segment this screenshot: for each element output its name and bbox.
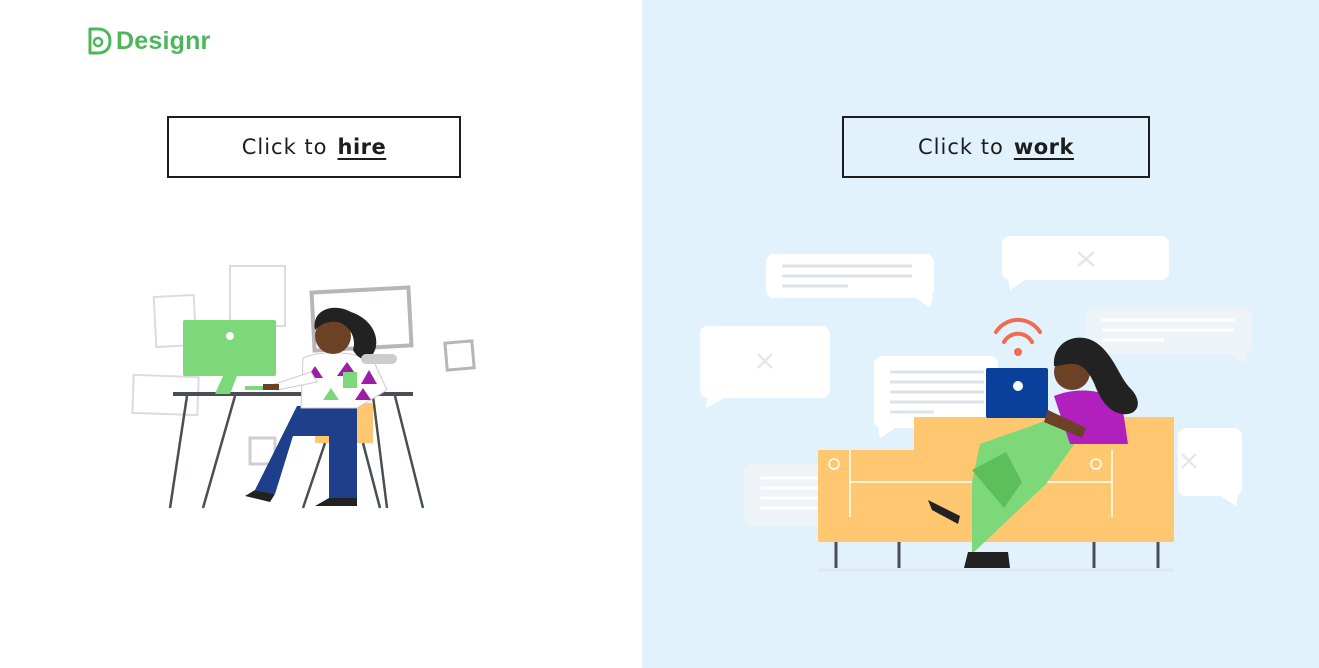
hire-button-prefix: Click to [241, 135, 328, 159]
brand-logo[interactable]: Designr [86, 26, 210, 56]
work-button-prefix: Click to [918, 135, 1004, 159]
work-panel[interactable]: Click to work [642, 0, 1319, 668]
hire-panel[interactable]: Designr Click to hire [0, 0, 642, 668]
work-button[interactable]: Click to work [842, 116, 1150, 178]
hire-button-action: hire [337, 135, 387, 159]
work-button-action: work [1013, 135, 1074, 159]
woman-at-desk-illustration [131, 265, 476, 509]
designr-logo-icon [88, 27, 112, 55]
brand-name: Designr [116, 26, 211, 55]
woman-on-sofa-with-laptop-illustration [700, 236, 1252, 572]
hire-button[interactable]: Click to hire [167, 116, 461, 178]
